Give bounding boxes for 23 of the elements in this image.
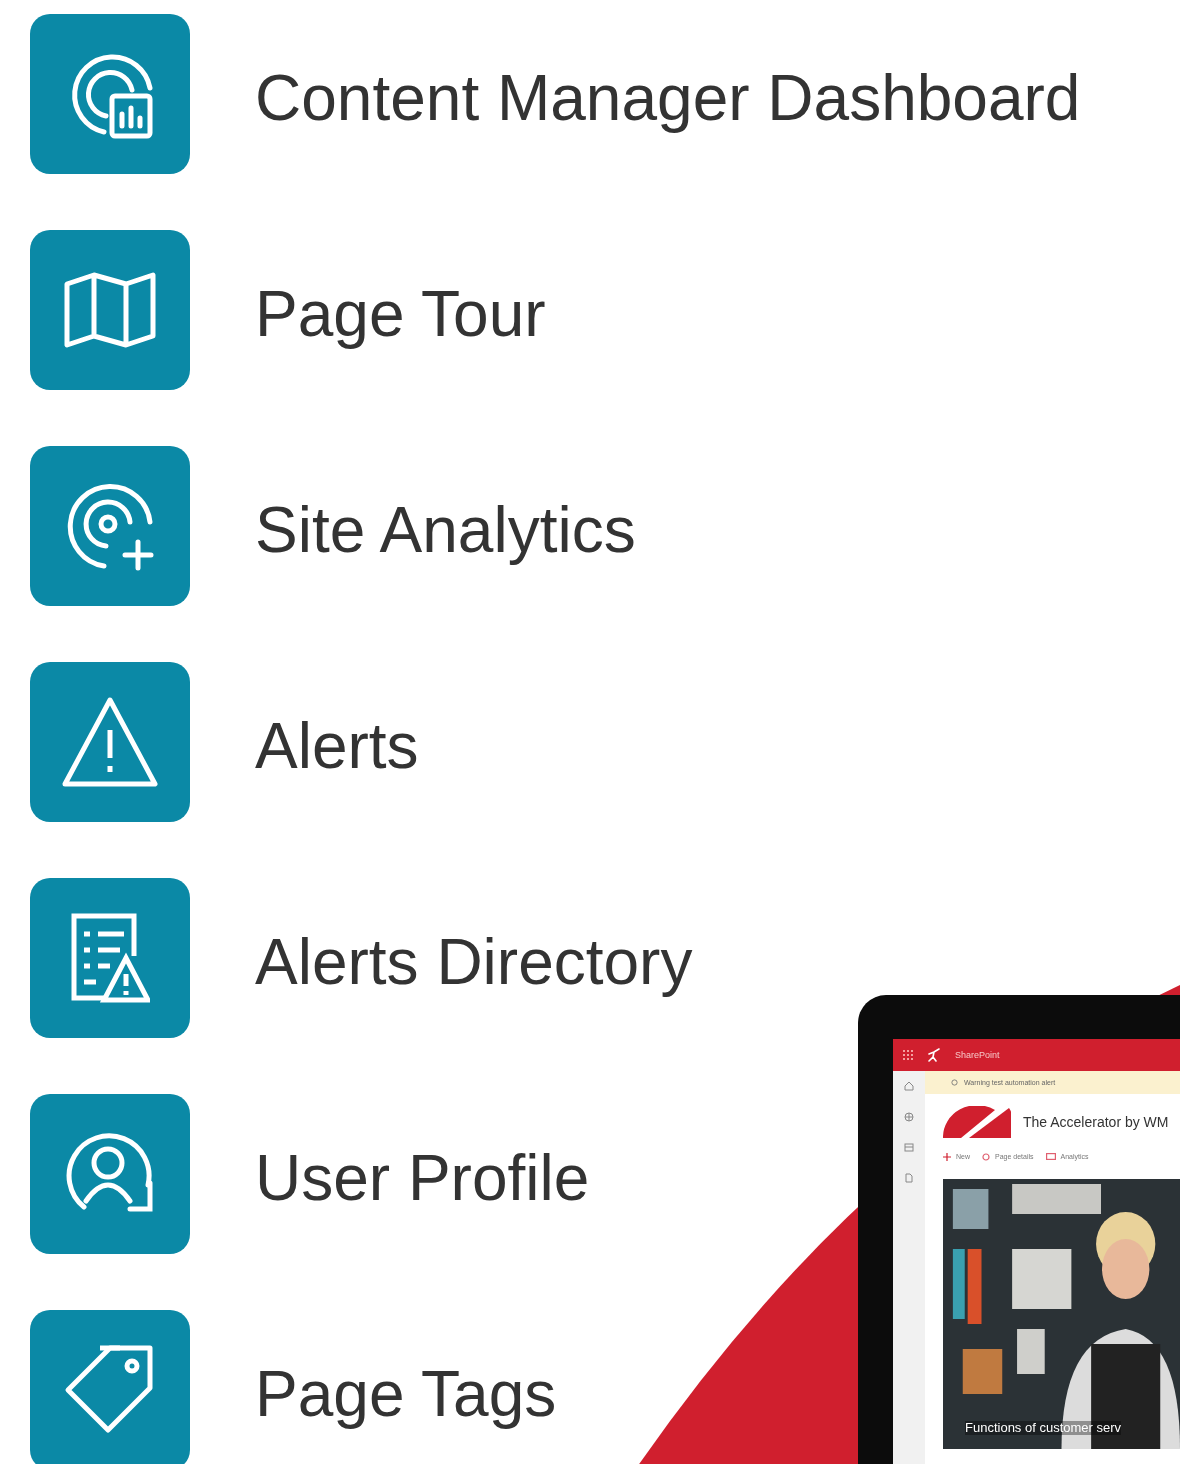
alert-list-icon: [70, 912, 150, 1004]
page-icon: [905, 1173, 913, 1183]
feature-label: Alerts: [255, 709, 419, 783]
map-icon: [64, 272, 156, 348]
feature-label: Page Tour: [255, 277, 546, 351]
feature-label: Page Tags: [255, 1357, 557, 1431]
info-icon: [951, 1079, 958, 1086]
speedometer-logo-icon: [943, 1105, 1011, 1138]
folder-icon: [904, 1143, 914, 1152]
app-launcher-icon: [903, 1050, 913, 1060]
chart-icon: [1045, 1153, 1056, 1160]
app-name: SharePoint: [955, 1050, 1000, 1060]
site-title: The Accelerator by WM: [1023, 1113, 1169, 1130]
globe-icon: [904, 1112, 914, 1122]
feature-label: Site Analytics: [255, 493, 636, 567]
user-icon: [64, 1133, 156, 1215]
feature-label: Alerts Directory: [255, 925, 693, 999]
feature-label: Content Manager Dashboard: [255, 61, 1081, 135]
plus-icon: [943, 1153, 951, 1161]
home-icon: [904, 1081, 914, 1091]
feature-label: User Profile: [255, 1141, 590, 1215]
tag-icon: [64, 1344, 156, 1436]
warning-icon: [62, 696, 158, 788]
